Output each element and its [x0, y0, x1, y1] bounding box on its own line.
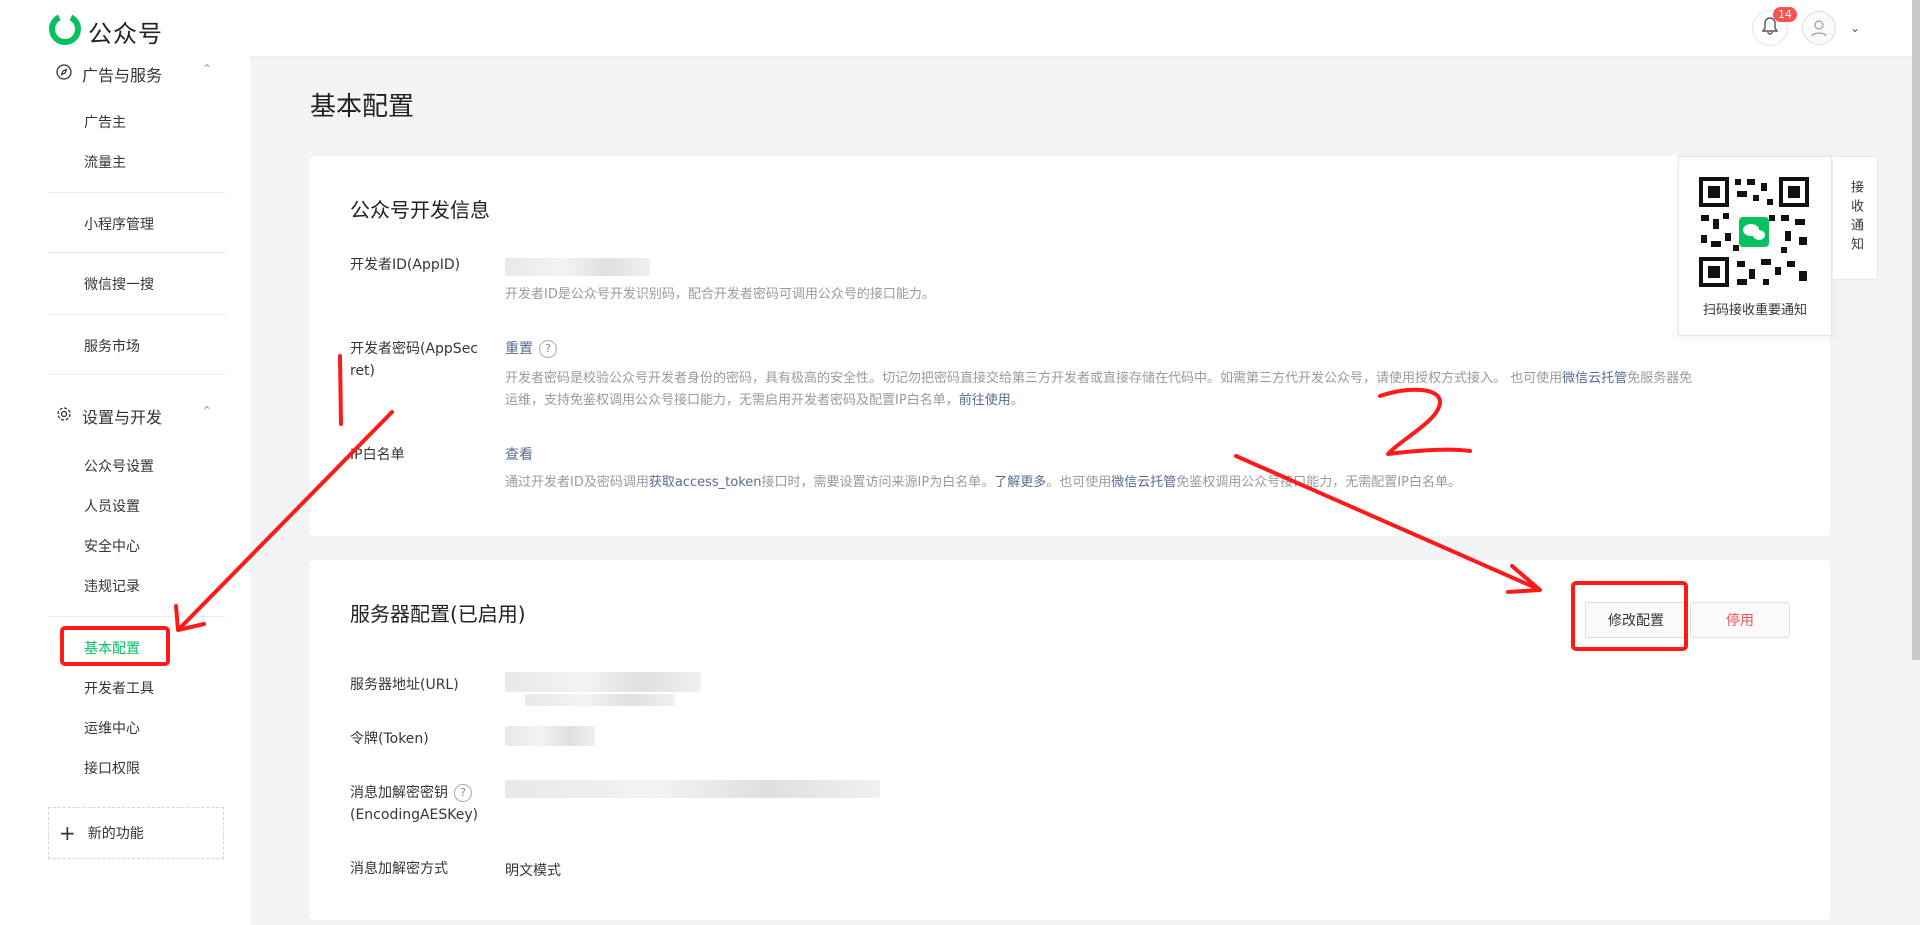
ip-desc-text: 通过开发者ID及密码调用	[505, 475, 649, 490]
page-title: 基本配置	[310, 92, 415, 122]
avatar[interactable]	[1801, 11, 1836, 45]
help-icon[interactable]: ?	[539, 340, 557, 358]
receive-notice-tab[interactable]: 接收通知	[1833, 156, 1878, 280]
appid-value-redacted	[505, 258, 650, 276]
sidebar-item-dev-tools[interactable]: 开发者工具	[84, 678, 154, 698]
secret-desc-text: 。	[1010, 393, 1024, 408]
wechat-cloud-link[interactable]: 微信云托管	[1111, 475, 1176, 490]
new-feature-label: 新的功能	[87, 826, 144, 842]
top-bar: 公众号 14 ⌄	[0, 0, 1920, 57]
access-token-link[interactable]: 获取access_token	[649, 475, 762, 490]
aes-key-redacted	[505, 780, 880, 798]
sidebar: 广告与服务 ⌃ 广告主 流量主 小程序管理 微信搜一搜 服务市场 设置与开发 ⌃…	[0, 56, 250, 925]
help-icon[interactable]: ?	[454, 784, 472, 802]
chevron-down-icon[interactable]: ⌄	[1850, 21, 1860, 35]
aes-label-line2: (EncodingAESKey)	[350, 807, 479, 823]
new-feature-button[interactable]: + 新的功能	[48, 807, 224, 859]
divider	[48, 374, 226, 375]
notification-badge: 14	[1772, 7, 1797, 22]
token-label: 令牌(Token)	[350, 731, 429, 747]
aes-key-label: 消息加解密密钥? (EncodingAESKey)	[350, 782, 478, 826]
dev-info-title: 公众号开发信息	[350, 198, 490, 222]
ip-desc-text: 接口时，需要设置访问来源IP为白名单。	[761, 475, 995, 490]
ip-desc-text: 免鉴权调用公众号接口能力，无需配置IP白名单。	[1176, 475, 1461, 490]
secret-label: 开发者密码(AppSec ret)	[350, 338, 478, 382]
secret-label-line1: 开发者密码(AppSec	[350, 341, 479, 357]
sidebar-item-ops-center[interactable]: 运维中心	[84, 718, 140, 738]
sidebar-item-service-market[interactable]: 服务市场	[84, 336, 140, 356]
secret-desc-text: 开发者密码是校验公众号开发者身份的密码，具有极高的安全性。切记勿把密码直接交给第…	[505, 371, 1563, 386]
sidebar-item-violations[interactable]: 违规记录	[84, 576, 140, 596]
sidebar-item-basic-config[interactable]: 基本配置	[84, 638, 140, 658]
ip-view-link[interactable]: 查看	[505, 444, 533, 464]
sidebar-item-account-settings[interactable]: 公众号设置	[84, 456, 154, 476]
secret-desc: 开发者密码是校验公众号开发者身份的密码，具有极高的安全性。切记勿把密码直接交给第…	[505, 368, 1795, 412]
disable-button[interactable]: 停用	[1690, 602, 1790, 638]
sidebar-item-member-settings[interactable]: 人员设置	[84, 496, 140, 516]
menu-group-settings[interactable]: 设置与开发 ⌃	[56, 404, 212, 428]
brand[interactable]: 公众号	[48, 12, 163, 50]
menu-group-label: 设置与开发	[82, 408, 163, 427]
qr-notice-panel: 扫码接收重要通知	[1678, 156, 1832, 336]
server-url-redacted	[505, 672, 701, 692]
divider	[48, 252, 226, 253]
learn-more-link[interactable]: 了解更多	[994, 475, 1046, 490]
sidebar-item-api-permissions[interactable]: 接口权限	[84, 758, 140, 778]
reset-row: 重置?	[505, 338, 557, 358]
secret-desc-text: 运维，支持免鉴权调用公众号接口能力，无需启用开发者密码及配置IP白名单，	[505, 393, 959, 408]
sidebar-item-security[interactable]: 安全中心	[84, 536, 140, 556]
mode-label: 消息加解密方式	[350, 861, 448, 877]
divider	[48, 192, 226, 193]
notification-button[interactable]: 14	[1751, 7, 1797, 46]
sidebar-item-wechat-search[interactable]: 微信搜一搜	[84, 274, 154, 294]
ip-desc-text: 。也可使用	[1046, 475, 1112, 490]
divider	[48, 616, 226, 617]
server-url-label: 服务器地址(URL)	[350, 677, 459, 693]
menu-group-ads[interactable]: 广告与服务 ⌃	[56, 62, 212, 86]
compass-icon	[56, 64, 72, 84]
token-redacted	[505, 726, 595, 746]
divider	[48, 314, 226, 315]
scrollbar[interactable]	[1912, 0, 1920, 660]
server-url-redacted	[525, 694, 675, 706]
sidebar-item-advertiser[interactable]: 广告主	[84, 112, 126, 132]
chevron-up-icon[interactable]: ⌃	[202, 404, 212, 418]
gear-icon	[56, 406, 72, 426]
mode-value: 明文模式	[505, 863, 561, 879]
sidebar-item-mini-program[interactable]: 小程序管理	[84, 214, 154, 234]
go-use-link[interactable]: 前往使用	[959, 393, 1011, 408]
wechat-oa-logo-icon	[48, 12, 82, 50]
dev-info-card: 公众号开发信息 开发者ID(AppID) 开发者ID是公众号开发识别码，配合开发…	[310, 156, 1830, 536]
server-config-title: 服务器配置(已启用)	[350, 602, 526, 626]
plus-icon: +	[59, 821, 76, 845]
secret-desc-text: 免服务器免	[1627, 371, 1693, 386]
chevron-up-icon[interactable]: ⌃	[202, 62, 212, 76]
qr-code-icon	[1697, 175, 1811, 289]
reset-link[interactable]: 重置	[505, 341, 533, 357]
sidebar-item-publisher[interactable]: 流量主	[84, 152, 126, 172]
appid-desc: 开发者ID是公众号开发识别码，配合开发者密码可调用公众号的接口能力。	[505, 287, 935, 302]
menu-group-label: 广告与服务	[82, 66, 163, 85]
ip-whitelist-label: IP白名单	[350, 447, 405, 463]
appid-label: 开发者ID(AppID)	[350, 257, 461, 273]
wechat-cloud-link[interactable]: 微信云托管	[1562, 371, 1627, 386]
qr-caption: 扫码接收重要通知	[1702, 303, 1807, 318]
secret-label-line2: ret)	[350, 363, 376, 379]
app-name: 公众号	[88, 19, 163, 48]
aes-label-line1: 消息加解密密钥	[350, 785, 448, 801]
modify-config-button[interactable]: 修改配置	[1585, 602, 1687, 638]
ip-desc: 通过开发者ID及密码调用获取access_token接口时，需要设置访问来源IP…	[505, 472, 1461, 494]
